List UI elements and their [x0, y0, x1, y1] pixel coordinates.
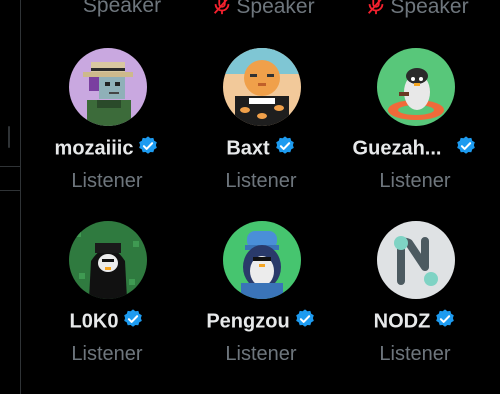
- mic-off-icon: [365, 0, 387, 22]
- hooded-penguin-avatar[interactable]: [69, 221, 147, 299]
- participant-name: Pengzou: [206, 310, 290, 333]
- participant-name-row: Pengzou: [184, 308, 338, 336]
- beanie-penguin-avatar[interactable]: [223, 221, 301, 299]
- participant-card[interactable]: Baxt Listener: [184, 48, 338, 218]
- participant-role: Listener: [225, 170, 297, 192]
- verified-badge-icon: [455, 135, 477, 163]
- verified-badge-icon: [434, 308, 456, 336]
- verified-badge-icon: [274, 135, 296, 163]
- participant-role: Listener: [379, 170, 451, 192]
- speaker-role-label: Speaker: [340, 0, 494, 22]
- penguin-float-avatar[interactable]: [377, 48, 455, 126]
- participant-name: mozaiiic: [54, 137, 134, 160]
- participant-name: Guezah...: [352, 137, 442, 160]
- verified-badge-icon: [122, 308, 144, 336]
- pixel-character-avatar[interactable]: [69, 48, 147, 126]
- participant-role: Listener: [71, 170, 143, 192]
- participant-card[interactable]: Pengzou Listener: [184, 221, 338, 391]
- verified-badge-icon: [137, 135, 159, 163]
- participant-role: Listener: [379, 343, 451, 365]
- participant-card[interactable]: L0K0 Listener: [30, 221, 184, 391]
- participant-role: Listener: [225, 343, 297, 365]
- participant-card[interactable]: NODZ Listener: [338, 221, 492, 391]
- speaker-role-label: Speaker: [82, 0, 162, 17]
- participant-card[interactable]: Guezah... Listener: [338, 48, 492, 218]
- participant-name: L0K0: [69, 310, 119, 333]
- participant-name: Baxt: [226, 137, 270, 160]
- orange-cat-avatar[interactable]: [223, 48, 301, 126]
- participant-card[interactable]: mozaiiic Listener: [30, 48, 184, 218]
- verified-badge-icon: [294, 308, 316, 336]
- n-logo-avatar[interactable]: [377, 221, 455, 299]
- speaker-role-label: Speaker: [186, 0, 340, 22]
- participant-name-row: mozaiiic: [30, 135, 184, 163]
- spaces-participant-grid: Speaker Speaker Speaker mozaiiic Listene…: [0, 0, 500, 394]
- divider-line: [0, 190, 20, 191]
- participant-name: NODZ: [373, 310, 431, 333]
- participant-name-row: L0K0: [30, 308, 184, 336]
- participant-name-row: Guezah...: [338, 135, 492, 163]
- participant-name-row: NODZ: [338, 308, 492, 336]
- divider-line: [0, 166, 20, 167]
- divider-tick: [8, 126, 10, 148]
- side-panel-edge: [0, 0, 21, 394]
- mic-off-icon: [211, 0, 233, 22]
- participant-role: Listener: [71, 343, 143, 365]
- participant-name-row: Baxt: [184, 135, 338, 163]
- speaker-row: Speaker Speaker Speaker: [0, 0, 500, 24]
